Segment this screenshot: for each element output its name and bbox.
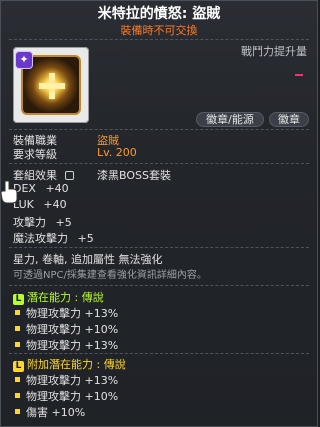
enhance-note: 星力, 卷軸, 追加屬性 無法強化: [13, 253, 163, 266]
enhance-hint: 可透過NPC/採集建查看強化資訊詳細內容。: [13, 270, 207, 281]
potential-header: L 潛在能力 : 傳說: [13, 289, 104, 305]
potential-title: 潛在能力 : 傳說: [27, 291, 104, 304]
set-info-icon[interactable]: [64, 171, 74, 180]
level-row: 要求等級: [13, 146, 57, 162]
stat-row: 攻擊力 +5: [13, 214, 72, 230]
item-tooltip: 米特拉的憤怒: 盜賊 裝備時不可交換 ✦ 戰鬥力提升量 徽章/能源 徽章 裝備職…: [0, 0, 318, 427]
divider: [9, 39, 309, 41]
bonus-potential-line: 物理攻擊力 +10%: [15, 388, 118, 404]
stat-name: 攻擊力: [13, 216, 46, 229]
emblem-button[interactable]: 徽章: [269, 112, 309, 127]
stat-value: +5: [55, 216, 72, 229]
bonus-potential-header: L 附加潛在能力 : 傳說: [13, 356, 126, 372]
stat-row: DEX +40: [13, 182, 69, 195]
potential-line: 物理攻擊力 +10%: [15, 321, 118, 337]
bullet-icon: [15, 342, 20, 347]
trade-restriction: 裝備時不可交換: [120, 24, 198, 37]
item-title: 米特拉的憤怒: 盜賊: [97, 6, 221, 22]
bonus-potential-line: 傷害 +10%: [15, 404, 85, 420]
bullet-icon: [15, 310, 20, 315]
stat-value: +40: [45, 182, 69, 195]
bullet-icon: [15, 393, 20, 398]
potential-line: 物理攻擊力 +13%: [15, 305, 118, 321]
power-increase-label: 戰鬥力提升量: [241, 45, 307, 58]
set-name: 漆黑BOSS套裝: [97, 169, 171, 182]
divider: [9, 129, 309, 131]
legendary-grade-icon: L: [13, 361, 24, 372]
stat-row: 魔法攻擊力 +5: [13, 230, 94, 246]
stat-value: +5: [77, 232, 94, 245]
stat-row: LUK +40: [13, 198, 67, 211]
legendary-grade-icon: L: [13, 294, 24, 305]
divider: [9, 285, 309, 287]
bonus-potential-title: 附加潛在能力 : 傳說: [27, 358, 126, 371]
level-value: Lv. 200: [97, 146, 137, 159]
hand-cursor-icon: [0, 180, 18, 204]
potential-line: 物理攻擊力 +13%: [15, 337, 118, 353]
bullet-icon: [15, 326, 20, 331]
stat-name: 魔法攻擊力: [13, 232, 68, 245]
level-label: 要求等級: [13, 148, 57, 161]
divider: [9, 163, 309, 165]
divider: [9, 247, 309, 249]
power-increase-value-icon: [295, 74, 303, 76]
bonus-potential-line: 物理攻擊力 +13%: [15, 372, 118, 388]
emblem-cross-icon-h: [39, 83, 65, 89]
emblem-energy-button[interactable]: 徽章/能源: [196, 112, 264, 127]
bullet-icon: [15, 377, 20, 382]
set-effect-row[interactable]: 套組效果: [13, 167, 74, 183]
star-badge-icon: ✦: [15, 51, 33, 69]
stat-value: +40: [43, 198, 67, 211]
bullet-icon: [15, 409, 20, 414]
divider: [9, 353, 309, 355]
